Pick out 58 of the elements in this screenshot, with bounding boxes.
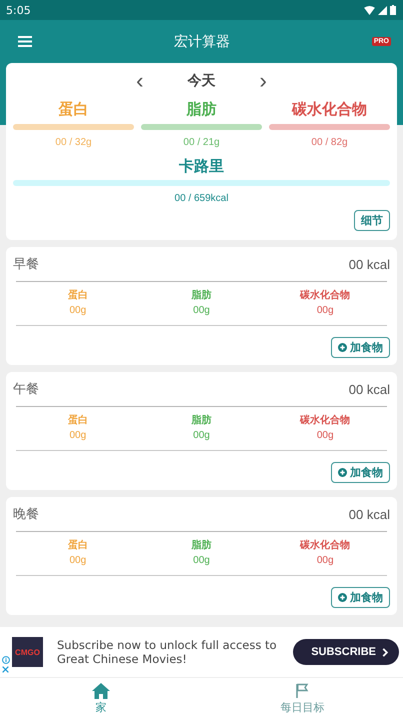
nav-tab[interactable]: 家 bbox=[0, 678, 202, 720]
macro-label: 碳水化合物 bbox=[292, 99, 367, 120]
wifi-icon bbox=[364, 6, 375, 14]
meal-calories: 00 kcal bbox=[348, 256, 390, 272]
macro-label: 碳水化合物 bbox=[300, 414, 350, 428]
day-label: 今天 bbox=[188, 72, 216, 90]
add-food-button[interactable]: 加食物 bbox=[331, 587, 390, 608]
app-title: 宏计算器 bbox=[174, 32, 230, 50]
macro-value: 00g bbox=[193, 304, 210, 318]
macro-value: 00g bbox=[316, 429, 334, 443]
meal-name: 晚餐 bbox=[13, 506, 39, 523]
ad-logo: CMGO bbox=[12, 637, 43, 667]
macro-label: 蛋白 bbox=[68, 288, 88, 303]
flag-icon bbox=[294, 683, 310, 699]
close-icon[interactable] bbox=[2, 666, 9, 673]
calories-reading: 00 / 659kcal bbox=[174, 192, 228, 206]
next-day-button[interactable]: › bbox=[256, 70, 271, 92]
nav-tab[interactable]: 每日目标 bbox=[202, 678, 403, 720]
macro-label: 蛋白 bbox=[68, 538, 88, 553]
macro-reading: 00 / 21g bbox=[183, 136, 220, 150]
menu-icon[interactable] bbox=[18, 36, 32, 47]
macro-value: 00g bbox=[193, 554, 210, 568]
macro-reading: 00 / 32g bbox=[55, 136, 92, 150]
meal-name: 早餐 bbox=[13, 256, 39, 273]
chevron-icon bbox=[382, 648, 389, 656]
macro-label: 脂肪 bbox=[192, 288, 212, 303]
macro-reading: 00 / 82g bbox=[311, 136, 348, 150]
macro-value: 00g bbox=[316, 304, 334, 318]
plus-icon bbox=[338, 593, 347, 602]
battery-icon bbox=[390, 5, 396, 15]
calories-label: 卡路里 bbox=[179, 156, 224, 177]
meal-calories: 00 kcal bbox=[348, 382, 390, 396]
macro-label: 蛋白 bbox=[58, 99, 88, 120]
macro-label: 碳水化合物 bbox=[300, 538, 350, 553]
clock: 5:05 bbox=[6, 4, 31, 16]
macro-label: 脂肪 bbox=[186, 99, 216, 120]
macro-label: 蛋白 bbox=[68, 414, 88, 428]
macro-value: 00g bbox=[69, 304, 86, 318]
plus-icon bbox=[338, 343, 347, 352]
macro-value: 00g bbox=[193, 429, 210, 443]
add-food-button[interactable]: 加食物 bbox=[331, 337, 390, 358]
home-icon bbox=[92, 683, 110, 699]
signal-icon bbox=[378, 6, 387, 14]
info-icon[interactable] bbox=[2, 656, 10, 664]
macro-label: 脂肪 bbox=[192, 414, 212, 428]
meal-name: 午餐 bbox=[13, 381, 39, 398]
macro-value: 00g bbox=[316, 554, 334, 568]
macro-label: 碳水化合物 bbox=[300, 288, 350, 303]
macro-value: 00g bbox=[69, 429, 86, 443]
plus-icon bbox=[338, 468, 347, 477]
add-food-button[interactable]: 加食物 bbox=[331, 462, 390, 483]
macro-value: 00g bbox=[69, 554, 86, 568]
ad-text: Subscribe now to unlock full access to Great Chinese Movies! bbox=[57, 638, 278, 666]
meal-calories: 00 kcal bbox=[348, 506, 390, 522]
previous-day-button[interactable]: ‹ bbox=[132, 70, 148, 92]
subscribe-button[interactable]: SUBSCRIBE bbox=[293, 639, 399, 665]
details-button[interactable]: 细节 bbox=[354, 210, 390, 231]
macro-label: 脂肪 bbox=[192, 538, 212, 553]
